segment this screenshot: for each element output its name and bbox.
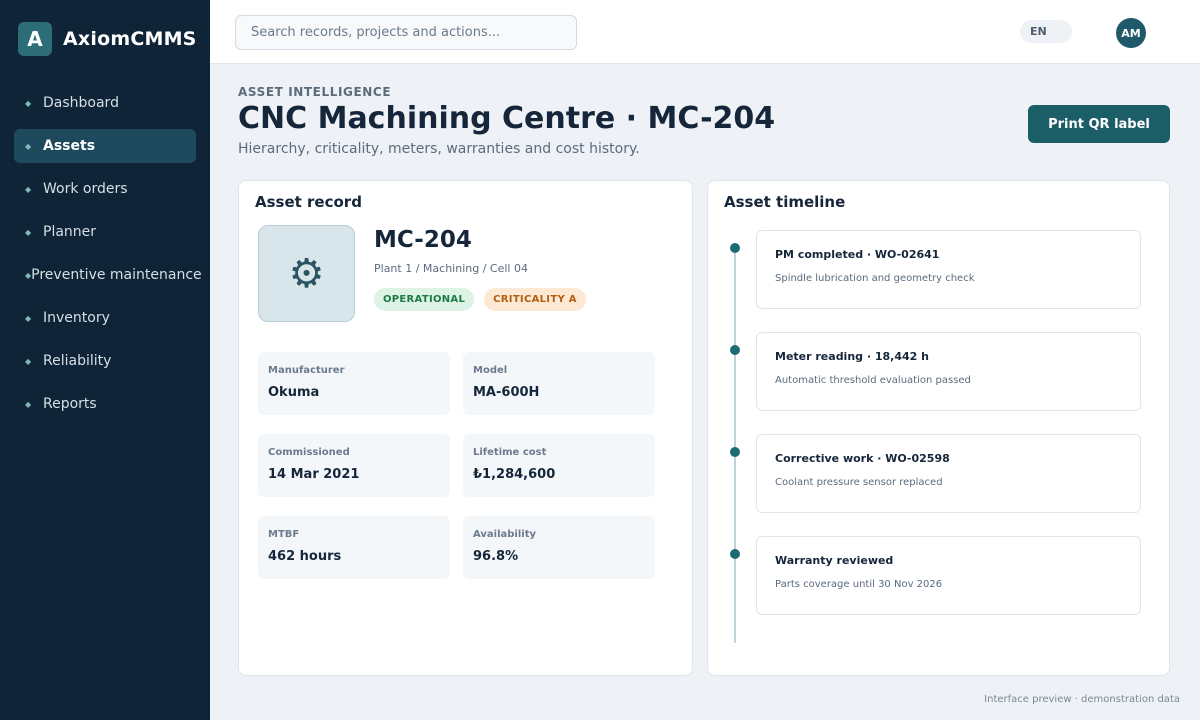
timeline-item-desc: Automatic threshold evaluation passed: [775, 375, 971, 386]
timeline-line: [734, 243, 736, 643]
field-value: 14 Mar 2021: [268, 467, 360, 482]
diamond-icon: ◆: [25, 313, 32, 323]
sidebar-item-label: Preventive maintenance: [31, 267, 202, 283]
sidebar-item-inventory[interactable]: ◆ Inventory: [14, 301, 196, 335]
brand[interactable]: A AxiomCMMS: [18, 22, 197, 56]
page-subtitle: Hierarchy, criticality, meters, warranti…: [238, 141, 640, 157]
field-value: Okuma: [268, 385, 320, 400]
brand-logo: A: [18, 22, 52, 56]
page-title: CNC Machining Centre · MC-204: [238, 101, 776, 136]
field-value: MA-600H: [473, 385, 540, 400]
asset-id: MC-204: [374, 227, 472, 253]
language-toggle[interactable]: EN: [1020, 20, 1072, 43]
sidebar: A AxiomCMMS ◆ Dashboard ◆ Assets ◆ Work ord…: [0, 0, 210, 720]
sidebar-item-work-orders[interactable]: ◆ Work orders: [14, 172, 196, 206]
timeline-dot: [730, 345, 740, 355]
field-label: Model: [473, 365, 508, 376]
sidebar-item-preventive-maintenance[interactable]: ◆ Preventive maintenance: [14, 258, 202, 292]
sidebar-item-label: Reliability: [43, 353, 112, 369]
timeline-item-desc: Coolant pressure sensor replaced: [775, 477, 943, 488]
avatar[interactable]: AM: [1116, 18, 1146, 48]
field-lifetime-cost: Lifetime cost ₺1,284,600: [463, 434, 655, 497]
sidebar-item-reliability[interactable]: ◆ Reliability: [14, 344, 196, 378]
sidebar-nav: ◆ Dashboard ◆ Assets ◆ Work orders ◆ Planner…: [14, 86, 202, 430]
timeline-item-title: Corrective work · WO-02598: [775, 452, 950, 465]
asset-thumbnail: ⚙: [258, 225, 355, 322]
sidebar-item-label: Work orders: [43, 181, 128, 197]
field-value: 96.8%: [473, 549, 519, 564]
field-label: Commissioned: [268, 447, 350, 458]
asset-record-card: Asset record ⚙ MC-204 Plant 1 / Machinin…: [238, 180, 693, 676]
timeline-item[interactable]: PM completed · WO-02641 Spindle lubricat…: [756, 230, 1141, 309]
diamond-icon: ◆: [25, 399, 32, 409]
diamond-icon: ◆: [25, 356, 32, 366]
sidebar-item-label: Inventory: [43, 310, 110, 326]
status-badge: OPERATIONAL: [374, 288, 475, 311]
search-input[interactable]: [235, 15, 577, 50]
diamond-icon: ◆: [25, 184, 32, 194]
field-availability: Availability 96.8%: [463, 516, 655, 579]
sidebar-item-dashboard[interactable]: ◆ Dashboard: [14, 86, 196, 120]
diamond-icon: ◆: [25, 98, 32, 108]
field-label: Lifetime cost: [473, 447, 547, 458]
sidebar-item-label: Dashboard: [43, 95, 119, 111]
criticality-badge: CRITICALITY A: [484, 288, 586, 311]
print-qr-label-button[interactable]: Print QR label: [1028, 105, 1170, 143]
timeline-item[interactable]: Corrective work · WO-02598 Coolant press…: [756, 434, 1141, 513]
timeline-item[interactable]: Warranty reviewed Parts coverage until 3…: [756, 536, 1141, 615]
sidebar-item-reports[interactable]: ◆ Reports: [14, 387, 196, 421]
timeline-item-title: Meter reading · 18,442 h: [775, 350, 929, 363]
field-commissioned: Commissioned 14 Mar 2021: [258, 434, 450, 497]
topbar: EN AM: [210, 0, 1200, 64]
timeline-item-desc: Spindle lubrication and geometry check: [775, 273, 975, 284]
card-title: Asset record: [255, 193, 362, 211]
field-mtbf: MTBF 462 hours: [258, 516, 450, 579]
timeline-item-title: Warranty reviewed: [775, 554, 894, 567]
field-value: 462 hours: [268, 549, 342, 564]
brand-name: AxiomCMMS: [63, 28, 197, 50]
gear-icon: ⚙: [288, 250, 325, 297]
timeline-item-desc: Parts coverage until 30 Nov 2026: [775, 579, 943, 590]
page-eyebrow: ASSET INTELLIGENCE: [238, 85, 392, 99]
timeline-item[interactable]: Meter reading · 18,442 h Automatic thres…: [756, 332, 1141, 411]
timeline-dot: [730, 243, 740, 253]
card-title: Asset timeline: [724, 193, 846, 211]
timeline-dot: [730, 549, 740, 559]
footer-note: Interface preview · demonstration data: [984, 694, 1180, 705]
field-label: Availability: [473, 529, 536, 540]
sidebar-item-label: Reports: [43, 396, 97, 412]
field-model: Model MA-600H: [463, 352, 655, 415]
field-label: MTBF: [268, 529, 300, 540]
timeline-dot: [730, 447, 740, 457]
timeline-item-title: PM completed · WO-02641: [775, 248, 940, 261]
badge-group: OPERATIONAL CRITICALITY A: [374, 288, 596, 311]
asset-timeline-card: Asset timeline PM completed · WO-02641 S…: [707, 180, 1170, 676]
sidebar-item-label: Planner: [43, 224, 97, 240]
sidebar-item-assets[interactable]: ◆ Assets: [14, 129, 196, 163]
field-manufacturer: Manufacturer Okuma: [258, 352, 450, 415]
diamond-icon: ◆: [25, 141, 32, 151]
sidebar-item-label: Assets: [43, 138, 96, 154]
field-label: Manufacturer: [268, 365, 345, 376]
field-value: ₺1,284,600: [473, 467, 556, 482]
sidebar-item-planner[interactable]: ◆ Planner: [14, 215, 196, 249]
asset-path: Plant 1 / Machining / Cell 04: [374, 262, 528, 275]
diamond-icon: ◆: [25, 227, 32, 237]
